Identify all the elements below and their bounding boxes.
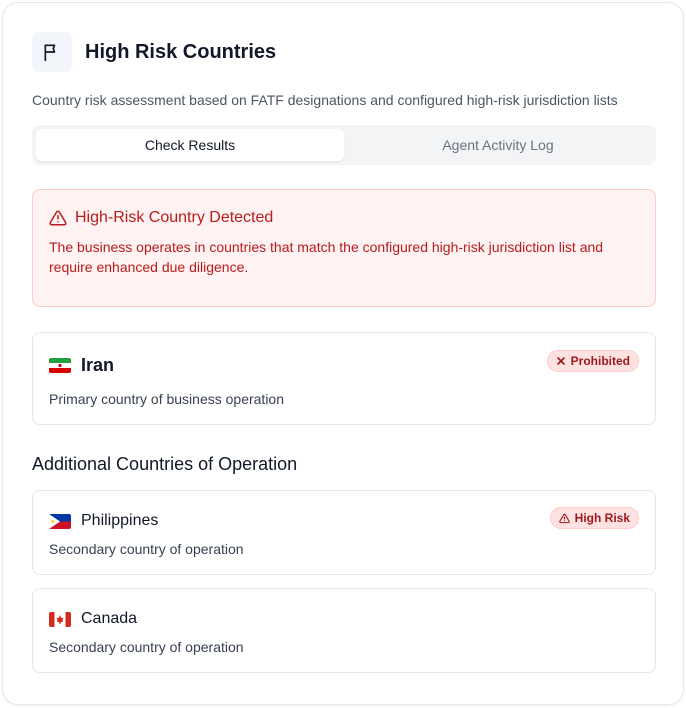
- primary-country-card: Iran Prohibited Primary country of busin…: [32, 332, 656, 425]
- country-card-philippines: Philippines High Risk Secondary country …: [32, 490, 656, 575]
- high-risk-badge: High Risk: [549, 507, 639, 529]
- country-name: Canada: [81, 610, 138, 627]
- badge-label: Prohibited: [570, 354, 630, 368]
- section-title: Additional Countries of Operation: [32, 454, 298, 474]
- tab-bar: Check Results Agent Activity Log: [32, 125, 656, 165]
- country-description: Secondary country of operation: [49, 639, 244, 655]
- high-risk-alert: High-Risk Country Detected The business …: [32, 189, 656, 307]
- philippines-flag-icon: [49, 513, 71, 529]
- page-title: High Risk Countries: [85, 40, 277, 63]
- flag-icon: [32, 32, 72, 72]
- prohibited-badge: Prohibited: [546, 350, 639, 372]
- iran-flag-icon: [49, 358, 71, 373]
- card-header: High Risk Countries: [32, 32, 276, 72]
- country-card-canada: Canada Secondary country of operation: [32, 588, 656, 673]
- tab-agent-activity-log[interactable]: Agent Activity Log: [344, 129, 652, 161]
- country-name: Iran: [81, 355, 115, 375]
- tab-check-results[interactable]: Check Results: [36, 129, 344, 161]
- canada-flag-icon: [49, 611, 71, 627]
- warning-triangle-icon: [49, 209, 67, 227]
- page-subtitle: Country risk assessment based on FATF de…: [32, 92, 618, 108]
- alert-text: The business operates in countries that …: [49, 239, 604, 275]
- country-description: Primary country of business operation: [49, 391, 284, 407]
- badge-label: High Risk: [574, 511, 630, 525]
- alert-title: High-Risk Country Detected: [75, 209, 274, 226]
- x-icon: [556, 356, 566, 366]
- country-name: Philippines: [81, 512, 159, 529]
- country-description: Secondary country of operation: [49, 541, 244, 557]
- high-risk-countries-card: High Risk Countries Country risk assessm…: [2, 2, 684, 705]
- warning-triangle-icon: [558, 513, 570, 524]
